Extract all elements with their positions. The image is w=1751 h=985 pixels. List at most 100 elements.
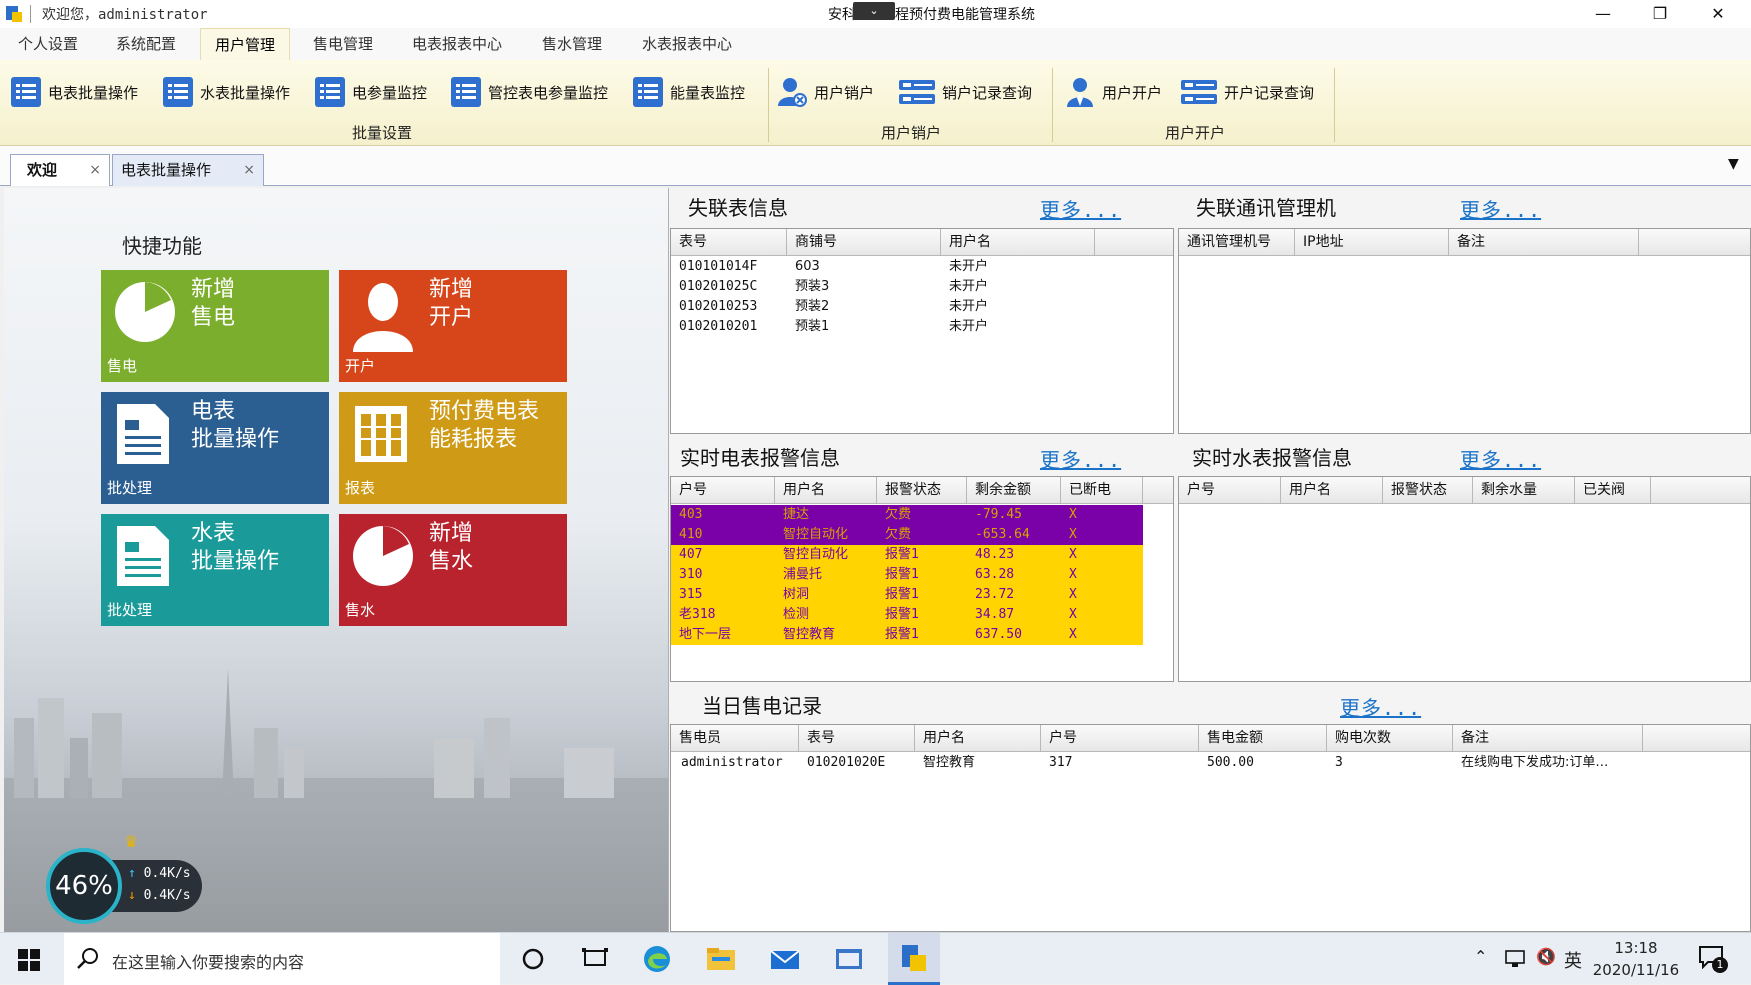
column-header[interactable]: 表号: [799, 725, 915, 751]
tile-new-electricity-sale[interactable]: 新增 售电 售电: [101, 270, 329, 382]
lost-meters-more-link[interactable]: 更多...: [1040, 194, 1121, 223]
alarm-row[interactable]: 410 智控自动化 欠费 -653.64 X: [671, 525, 1143, 545]
ribbon-user-cancel-button[interactable]: 用户销户: [776, 74, 874, 110]
menu-user-management[interactable]: 用户管理: [200, 28, 291, 60]
alarm-row[interactable]: 403 捷达 欠费 -79.45 X: [671, 505, 1143, 525]
tile-subtitle: 报表: [345, 479, 376, 497]
column-header[interactable]: 已断电: [1061, 477, 1143, 503]
alarm-row[interactable]: 地下一层 智控教育 报警1 637.50 X: [671, 625, 1143, 645]
menu-system-config[interactable]: 系统配置: [102, 28, 190, 60]
column-header[interactable]: 售电金额: [1199, 725, 1327, 751]
column-header[interactable]: 用户名: [775, 477, 877, 503]
table-row[interactable]: 0102010253 预装2 未开户: [671, 297, 1173, 317]
tab-welcome[interactable]: 欢迎 ×: [10, 154, 110, 186]
table-row[interactable]: 010201025C 预装3 未开户: [671, 277, 1173, 297]
lost-meters-title: 失联表信息: [688, 196, 788, 220]
column-header[interactable]: 报警状态: [1383, 477, 1473, 503]
ribbon-user-open-button[interactable]: 用户开户: [1064, 74, 1162, 110]
column-header[interactable]: 剩余金额: [967, 477, 1061, 503]
table-row[interactable]: 010101014F 603 未开户: [671, 257, 1173, 277]
menu-meter-report-center[interactable]: 电表报表中心: [398, 28, 516, 60]
mail-icon[interactable]: [768, 943, 802, 975]
edge-browser-icon[interactable]: [640, 943, 674, 975]
column-header[interactable]: 剩余水量: [1473, 477, 1575, 503]
column-header[interactable]: 备注: [1453, 725, 1643, 751]
restore-button[interactable]: ❐: [1632, 0, 1688, 28]
title-dropdown-chevron-icon[interactable]: ⌄: [853, 2, 895, 20]
tab-close-icon[interactable]: ×: [243, 155, 255, 185]
tile-prepaid-meter-report[interactable]: 预付费电表 能耗报表 报表: [339, 392, 567, 504]
column-header[interactable]: 通讯管理机号: [1179, 229, 1295, 255]
column-header[interactable]: 户号: [1041, 725, 1199, 751]
tile-water-batch-operation[interactable]: 水表 批量操作 批处理: [101, 514, 329, 626]
taskbar-search-box[interactable]: 在这里输入你要搜索的内容: [64, 933, 500, 985]
ribbon-energy-meter-monitor-button[interactable]: 能量表监控: [632, 74, 745, 110]
alarm-row[interactable]: 407 智控自动化 报警1 48.23 X: [671, 545, 1143, 565]
column-header[interactable]: 户号: [1179, 477, 1281, 503]
windows-start-icon[interactable]: [18, 949, 40, 971]
file-explorer-icon[interactable]: [704, 943, 738, 975]
minimize-button[interactable]: —: [1575, 0, 1631, 28]
tile-new-account[interactable]: 新增 开户 开户: [339, 270, 567, 382]
column-header[interactable]: 表号: [671, 229, 787, 255]
lost-comm-grid[interactable]: 通讯管理机号 IP地址 备注: [1178, 228, 1751, 434]
column-header[interactable]: 已关阀: [1575, 477, 1651, 503]
table-row[interactable]: administrator 010201020E 智控教育 317 500.00…: [671, 753, 1750, 773]
column-header[interactable]: 商铺号: [787, 229, 941, 255]
menu-water-report-center[interactable]: 水表报表中心: [628, 28, 746, 60]
volume-muted-icon[interactable]: 🔇: [1536, 947, 1556, 966]
grid-header: 售电员 表号 用户名 户号 售电金额 购电次数 备注: [671, 725, 1750, 752]
ribbon-meter-batch-button[interactable]: 电表批量操作: [10, 74, 138, 110]
menu-personal-settings[interactable]: 个人设置: [4, 28, 92, 60]
lost-comm-more-link[interactable]: 更多...: [1460, 194, 1541, 223]
alarm-row[interactable]: 315 树洞 报警1 23.72 X: [671, 585, 1143, 605]
column-header[interactable]: 用户名: [1281, 477, 1383, 503]
ribbon-open-records-button[interactable]: 开户记录查询: [1180, 74, 1314, 110]
elec-alarm-more-link[interactable]: 更多...: [1040, 444, 1121, 473]
title-divider: [30, 5, 31, 23]
cortana-icon[interactable]: [516, 943, 550, 975]
water-alarm-more-link[interactable]: 更多...: [1460, 444, 1541, 473]
cell-user-name: 未开户: [949, 279, 989, 294]
menu-electricity-sales[interactable]: 售电管理: [299, 28, 387, 60]
close-button[interactable]: ✕: [1690, 0, 1746, 28]
ribbon-water-batch-button[interactable]: 水表批量操作: [162, 74, 290, 110]
table-row[interactable]: 0102010201 预装1 未开户: [671, 317, 1173, 337]
task-view-icon[interactable]: [578, 943, 612, 975]
elec-alarm-grid[interactable]: 户号 用户名 报警状态 剩余金额 已断电 403 捷达 欠费 -79.45 X 410 智控…: [670, 476, 1174, 682]
column-header[interactable]: 报警状态: [877, 477, 967, 503]
cell-balance: -653.64: [975, 527, 1030, 542]
notification-center-icon[interactable]: 1: [1698, 945, 1728, 973]
daily-sales-grid[interactable]: 售电员 表号 用户名 户号 售电金额 购电次数 备注 administrator…: [670, 724, 1751, 932]
column-header[interactable]: 售电员: [671, 725, 799, 751]
tray-expand-icon[interactable]: ⌃: [1474, 947, 1487, 966]
water-alarm-grid[interactable]: 户号 用户名 报警状态 剩余水量 已关阀: [1178, 476, 1751, 682]
column-header[interactable]: 用户名: [915, 725, 1041, 751]
column-header[interactable]: 购电次数: [1327, 725, 1453, 751]
cell-account-no: 403: [679, 507, 703, 522]
tab-list-dropdown-icon[interactable]: ▼: [1728, 156, 1739, 172]
tab-meter-batch[interactable]: 电表批量操作 ×: [112, 154, 264, 186]
taskbar-active-app[interactable]: [888, 933, 940, 985]
network-icon[interactable]: [1504, 949, 1526, 969]
column-header[interactable]: 用户名: [941, 229, 1095, 255]
menu-water-sales[interactable]: 售水管理: [528, 28, 616, 60]
alarm-row[interactable]: 老318 检测 报警1 34.87 X: [671, 605, 1143, 625]
column-header[interactable]: IP地址: [1295, 229, 1449, 255]
lost-meters-grid[interactable]: 表号 商铺号 用户名 010101014F 603 未开户 010201025C…: [670, 228, 1174, 434]
tile-new-water-sale[interactable]: 新增 售水 售水: [339, 514, 567, 626]
alarm-row[interactable]: 310 浦曼托 报警1 63.28 X: [671, 565, 1143, 585]
ribbon-control-meter-monitor-button[interactable]: 管控表电参量监控: [450, 74, 608, 110]
column-header[interactable]: 备注: [1449, 229, 1639, 255]
daily-sales-more-link[interactable]: 更多...: [1340, 692, 1421, 721]
app-window-icon[interactable]: [832, 943, 866, 975]
ribbon-cancel-records-button[interactable]: 销户记录查询: [898, 74, 1032, 110]
ribbon-elec-param-monitor-button[interactable]: 电参量监控: [314, 74, 427, 110]
memory-usage-percent: 46%: [46, 848, 122, 924]
tab-close-icon[interactable]: ×: [89, 155, 101, 185]
ime-indicator[interactable]: 英: [1564, 947, 1582, 973]
taskbar-clock[interactable]: 13:18 2020/11/16: [1588, 937, 1684, 981]
tile-meter-batch-operation[interactable]: 电表 批量操作 批处理: [101, 392, 329, 504]
network-speed-widget[interactable]: ♛ ↑ 0.4K/s ↓ 0.4K/s 46%: [46, 832, 202, 924]
column-header[interactable]: 户号: [671, 477, 775, 503]
